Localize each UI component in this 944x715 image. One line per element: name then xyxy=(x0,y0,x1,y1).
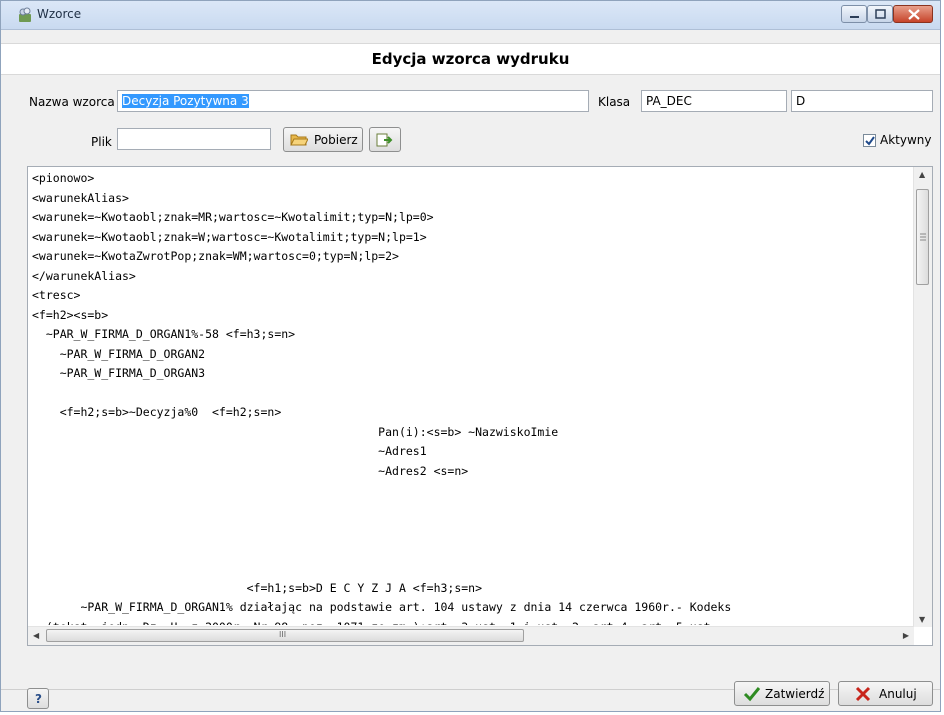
code-line: (tekst. jedn. Dz. U. z 2000r. Nr 98. poz… xyxy=(32,618,910,626)
export-button[interactable] xyxy=(369,127,401,152)
check-icon xyxy=(743,686,761,705)
cancel-x-icon xyxy=(855,686,871,705)
fetch-button-label: Pobierz xyxy=(314,133,358,147)
scroll-left-icon[interactable]: ◀ xyxy=(33,631,39,640)
file-field[interactable] xyxy=(117,128,271,150)
code-line: <warunekAlias> xyxy=(32,190,129,205)
code-line: <f=h2;s=b>~Decyzja%0 <f=h2;s=n> xyxy=(32,405,282,419)
code-line: <pionowo> xyxy=(32,171,95,185)
code-line: ~Adres1 xyxy=(32,444,427,458)
confirm-button[interactable]: Zatwierdź xyxy=(734,681,830,706)
class-field[interactable]: PA_DEC xyxy=(641,90,787,112)
scroll-up-icon[interactable]: ▲ xyxy=(919,170,925,179)
code-line: <f=h1;s=b>D E C Y Z J A <f=h3;s=n> xyxy=(32,580,483,595)
active-checkbox[interactable] xyxy=(863,134,876,147)
file-label: Plik xyxy=(91,135,112,149)
code-line: <f=h2><s=b> xyxy=(32,307,109,322)
dialog-window: Wzorce Edycja wzorca wydruku Nazwa wzorc… xyxy=(0,0,941,712)
grip-marker: III xyxy=(279,630,287,639)
folder-icon xyxy=(290,132,309,150)
vertical-scrollbar[interactable]: ▲ ▼ xyxy=(913,167,932,627)
code-line: ~PAR_W_FIRMA_D_ORGAN3 xyxy=(32,366,206,380)
active-label: Aktywny xyxy=(880,133,932,147)
close-icon xyxy=(908,9,920,20)
page-title: Edycja wzorca wydruku xyxy=(371,50,570,68)
horizontal-scrollbar[interactable]: ◀ III ▶ xyxy=(28,626,914,645)
code-line: <warunek=~KwotaZwrotPop;znak=WM;wartosc=… xyxy=(32,249,399,263)
confirm-button-label: Zatwierdź xyxy=(765,687,825,701)
header-band: Edycja wzorca wydruku xyxy=(1,43,940,75)
title-bar[interactable]: Wzorce xyxy=(1,1,940,30)
code-line: ~PAR_W_FIRMA_D_ORGAN1% działając na pods… xyxy=(32,600,732,614)
template-editor[interactable]: <pionowo> <warunekAlias> <warunek=~Kwotaob… xyxy=(27,166,933,646)
grip-icon xyxy=(920,233,926,241)
fetch-button[interactable]: Pobierz xyxy=(283,127,363,152)
app-icon xyxy=(17,7,33,23)
name-label: Nazwa wzorca xyxy=(29,95,115,109)
code-line: ~Adres2 <s=n> xyxy=(32,463,469,478)
minimize-icon xyxy=(850,16,859,18)
export-icon xyxy=(376,132,396,151)
code-line: Pan(i):<s=b> ~NazwiskoImie xyxy=(32,424,559,439)
template-code[interactable]: <pionowo> <warunekAlias> <warunek=~Kwotaob… xyxy=(32,169,910,625)
close-button[interactable] xyxy=(893,5,933,23)
help-label: ? xyxy=(35,692,42,706)
cancel-button-label: Anuluj xyxy=(879,687,917,701)
code-line: ~PAR_W_FIRMA_D_ORGAN1%-58 <f=h3;s=n> xyxy=(32,327,296,341)
minimize-button[interactable] xyxy=(841,5,867,23)
class-label: Klasa xyxy=(598,95,631,109)
scroll-right-icon[interactable]: ▶ xyxy=(903,631,909,640)
code-line: <warunek=~Kwotaobl;znak=W;wartosc=~Kwota… xyxy=(32,229,427,244)
template-name-field[interactable]: Decyzja Pozytywna 3 xyxy=(117,90,589,112)
checkmark-icon xyxy=(865,136,875,146)
code-line: <tresc> xyxy=(32,288,81,302)
help-button[interactable]: ? xyxy=(27,688,49,709)
code-line: </warunekAlias> xyxy=(32,268,136,283)
code-line: <warunek=~Kwotaobl;znak=MR;wartosc=~Kwot… xyxy=(32,210,434,224)
template-name-value: Decyzja Pozytywna 3 xyxy=(122,94,249,108)
horizontal-scroll-thumb[interactable]: III xyxy=(46,629,524,642)
maximize-button[interactable] xyxy=(867,5,893,23)
vertical-scroll-thumb[interactable] xyxy=(916,189,929,285)
code-line: ~PAR_W_FIRMA_D_ORGAN2 xyxy=(32,346,206,361)
scroll-down-icon[interactable]: ▼ xyxy=(919,615,925,624)
window-title: Wzorce xyxy=(37,7,82,21)
maximize-icon xyxy=(875,9,886,19)
type-field[interactable]: D xyxy=(791,90,933,112)
cancel-button[interactable]: Anuluj xyxy=(838,681,933,706)
